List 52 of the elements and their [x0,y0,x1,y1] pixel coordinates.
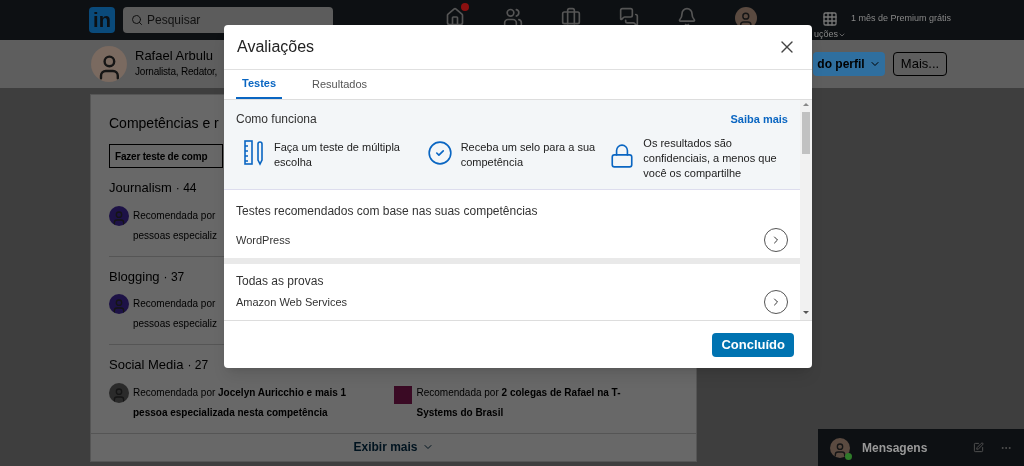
skill-name[interactable]: Journalism [109,178,172,198]
profile-headline: Jornalista, Redator, [135,65,219,79]
test-name[interactable]: WordPress [236,231,291,249]
grid-icon[interactable] [822,10,838,27]
endorsement-count: · 27 [187,357,209,374]
section-title: Como funciona [236,111,317,128]
endorsement-count: · 44 [175,180,197,197]
endorsement-text: pessoa especializada nesta competência [133,405,329,420]
endorsement-text: Recomendada por 2 colegas de Rafael na T- [416,385,621,400]
lock-icon [609,143,636,169]
modal-title: Avaliações [237,37,315,57]
learn-more-link[interactable]: Saiba mais [730,110,788,128]
step-text: Os resultados são confidenciais, a menos que você os compartilhe [643,136,778,181]
endorsement-text: Recomendada por [133,297,217,311]
step-text: Faça um teste de múltipla escolha [274,140,401,170]
ruler-pencil-icon [244,140,266,166]
endorsement-text: pessoas especializ [133,228,217,243]
endorsement-text: Recomendada por [133,208,217,223]
avatar [109,294,129,314]
messaging-label: Mensagens [862,439,928,457]
tab[interactable]: Resultados [306,70,374,99]
check-circle-icon [426,140,453,166]
solutions-menu[interactable]: uções [814,27,838,42]
bell-icon[interactable] [677,7,697,27]
profile-name: Rafael Arbulu [135,48,215,64]
profile-button[interactable]: do perfil [813,52,885,76]
card-title: Competências e r [109,114,220,133]
done-button[interactable]: Concluído [712,332,794,357]
avatar [830,437,850,458]
endorsement-text: Recomendada por Jocelyn Auricchio e mais 1 [133,385,347,400]
people-icon[interactable] [503,7,523,27]
endorsement-count: · 37 [163,268,185,286]
premium-link[interactable]: 1 mês de Premium grátis [851,11,952,26]
endorsement-text: pessoas especializ [133,317,217,331]
company-logo [394,385,413,404]
step-text: Receba um selo para a sua competência [460,140,597,170]
more-button[interactable]: Mais... [893,52,947,76]
show-more-link[interactable]: Exibir mais [353,438,434,457]
skill-name[interactable]: Social Media [109,355,184,375]
take-test-button[interactable]: Fazer teste de comp [109,144,223,168]
skill-name[interactable]: Blogging [109,266,160,286]
section-title: Todas as provas [236,273,325,290]
home-icon[interactable] [445,7,465,27]
test-name[interactable]: Amazon Web Services [236,293,348,311]
briefcase-icon[interactable] [561,7,581,27]
section-title: Testes recomendados com base nas suas competências [236,203,539,220]
avatar [109,205,129,226]
messages-icon[interactable] [619,7,639,27]
avatar [109,382,129,403]
search-icon [131,14,143,26]
endorsement-text: Systems do Brasil [416,405,505,420]
avatar [91,46,127,82]
